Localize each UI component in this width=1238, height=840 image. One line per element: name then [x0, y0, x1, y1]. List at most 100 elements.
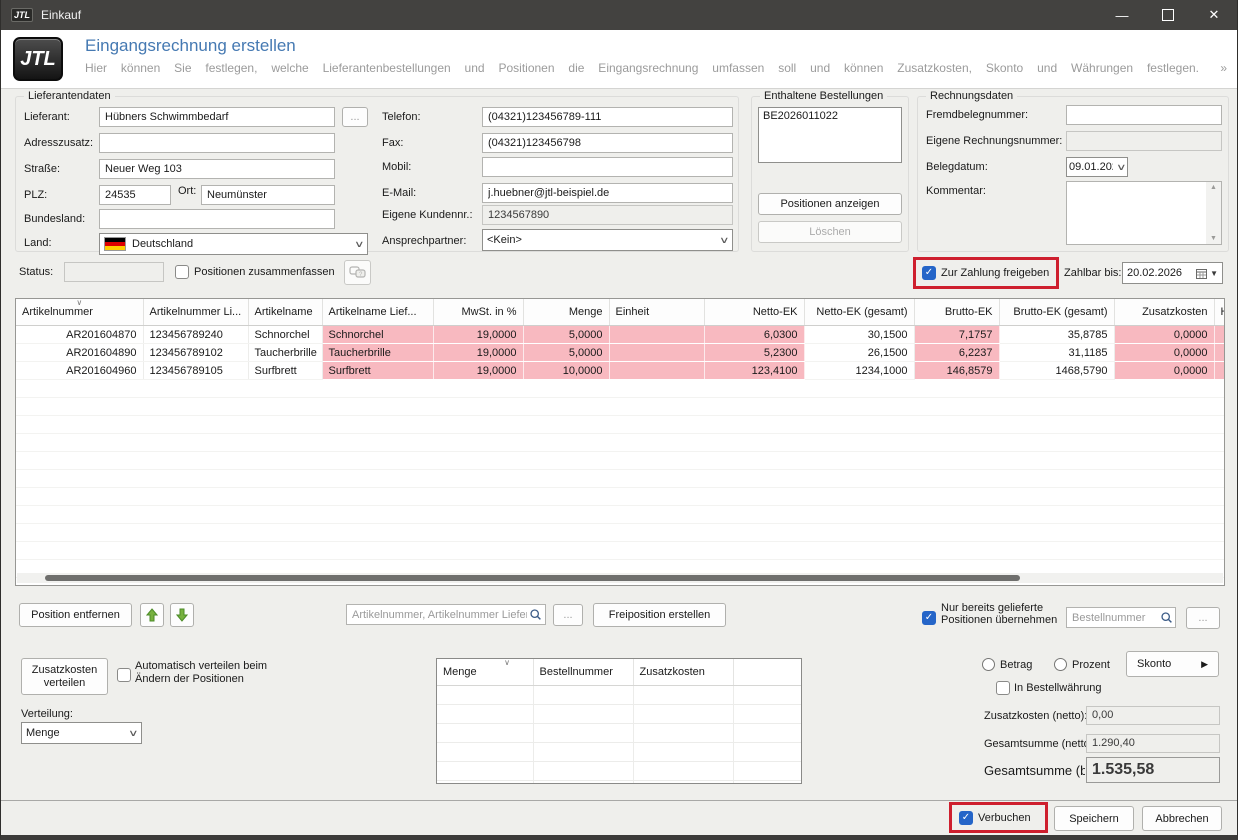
alloc-column-bestellnummer[interactable]: Bestellnummer — [533, 659, 633, 686]
column-header-mwst[interactable]: MwSt. in % — [433, 299, 523, 326]
zahlbar-bis-datepicker[interactable]: 20.02.2026 ▼ — [1122, 262, 1223, 284]
ort-label: Ort: — [178, 185, 196, 197]
grid-header-row: ∨Artikelnummer Artikelnummer Li... Artik… — [16, 299, 1225, 326]
remove-position-button[interactable]: Position entfernen — [19, 603, 132, 627]
prozent-radio[interactable] — [1054, 658, 1067, 671]
land-value: Deutschland — [132, 238, 193, 250]
rechnungsnummer-field — [1066, 131, 1222, 151]
column-header-zusatzkosten[interactable]: Zusatzkosten — [1114, 299, 1214, 326]
betrag-radio[interactable] — [982, 658, 995, 671]
alloc-column-menge[interactable]: ∨Menge — [437, 659, 533, 686]
column-header-netto-ek-gesamt[interactable]: Netto-EK (gesamt) — [804, 299, 914, 326]
auto-distribute-checkbox[interactable] — [117, 668, 131, 682]
telefon-field[interactable] — [482, 107, 733, 127]
alloc-column-empty[interactable] — [733, 659, 801, 686]
land-combobox[interactable]: Deutschland ∨ — [99, 233, 368, 255]
verbuchen-checkbox[interactable]: ✓ — [959, 811, 973, 825]
alloc-column-zusatzkosten[interactable]: Zusatzkosten — [633, 659, 733, 686]
article-browse-button[interactable]: ... — [553, 604, 583, 626]
order-browse-button[interactable]: ... — [1186, 607, 1220, 629]
belegdatum-datepicker[interactable]: 09.01.2026 ∨ — [1066, 157, 1128, 177]
scroll-up-icon[interactable]: ▲ — [1210, 184, 1217, 191]
column-header-artikelname[interactable]: Artikelname — [248, 299, 322, 326]
show-positions-button[interactable]: Positionen anzeigen — [758, 193, 902, 215]
sort-icon: ∨ — [504, 658, 510, 667]
gesamtsumme-brutto-field: 1.535,58 — [1086, 757, 1220, 783]
move-down-button[interactable] — [170, 603, 194, 627]
release-payment-checkbox[interactable]: ✓ — [922, 266, 936, 280]
column-header-einheit[interactable]: Einheit — [609, 299, 704, 326]
order-list-item[interactable]: BE2026011022 — [763, 110, 897, 122]
empty-row — [16, 434, 1225, 452]
search-icon — [1160, 611, 1173, 624]
zusatzkosten-netto-label: Zusatzkosten (netto): — [984, 710, 1087, 722]
lieferant-field[interactable] — [99, 107, 335, 127]
position-row[interactable]: AR201604960 123456789105 Surfbrett Surfb… — [16, 362, 1225, 380]
column-header-h[interactable]: H — [1214, 299, 1225, 326]
cell — [609, 362, 704, 380]
adresszusatz-field[interactable] — [99, 133, 335, 153]
column-header-artikelname-lieferant[interactable]: Artikelname Lief... — [322, 299, 433, 326]
bundesland-field[interactable] — [99, 209, 335, 229]
verteilung-combobox[interactable]: Menge ∨ — [21, 722, 142, 744]
merge-positions-checkbox[interactable] — [175, 265, 189, 279]
column-header-netto-ek[interactable]: Netto-EK — [704, 299, 804, 326]
empty-row — [16, 542, 1225, 560]
fremdbelegnummer-label: Fremdbelegnummer: — [926, 109, 1028, 121]
email-field[interactable] — [482, 183, 733, 203]
empty-row — [16, 524, 1225, 542]
lieferant-browse-button[interactable]: ... — [342, 107, 368, 127]
article-search-input[interactable] — [346, 604, 546, 625]
empty-row — [16, 488, 1225, 506]
save-button[interactable]: Speichern — [1054, 806, 1134, 831]
gesamtsumme-netto-field: 1.290,40 — [1086, 734, 1220, 753]
fremdbelegnummer-field[interactable] — [1066, 105, 1222, 125]
position-row[interactable]: AR201604890 123456789102 Taucherbrille T… — [16, 344, 1225, 362]
order-currency-checkbox[interactable] — [996, 681, 1010, 695]
subtitle-more-link[interactable]: » — [1220, 61, 1227, 75]
grid-horizontal-scrollbar[interactable] — [17, 573, 1223, 583]
maximize-button[interactable] — [1145, 0, 1191, 30]
title-bar: JTL Einkauf — ✕ — [1, 0, 1237, 30]
minimize-button[interactable]: — — [1099, 0, 1145, 30]
position-row[interactable]: AR201604870 123456789240 Schnorchel Schn… — [16, 326, 1225, 344]
scroll-down-icon[interactable]: ▼ — [1210, 235, 1217, 242]
freeposition-button[interactable]: Freiposition erstellen — [593, 603, 726, 627]
email-label: E-Mail: — [382, 187, 416, 199]
cell: 30,1500 — [804, 326, 914, 344]
column-header-artikelnummer[interactable]: ∨Artikelnummer — [16, 299, 143, 326]
empty-row — [437, 781, 801, 785]
distribute-costs-button[interactable]: Zusatzkosten verteilen — [21, 658, 108, 695]
column-header-brutto-ek-gesamt[interactable]: Brutto-EK (gesamt) — [999, 299, 1114, 326]
column-header-menge[interactable]: Menge — [523, 299, 609, 326]
delivered-only-checkbox[interactable]: ✓ — [922, 611, 936, 625]
kommentar-textarea[interactable]: ▲ ▼ — [1066, 181, 1222, 245]
plz-field[interactable] — [99, 185, 171, 205]
page-subtitle: Hier können Sie festlegen, welche Liefer… — [85, 61, 1199, 75]
cell: 19,0000 — [433, 362, 523, 380]
strasse-field[interactable] — [99, 159, 335, 179]
page-title: Eingangsrechnung erstellen — [85, 36, 296, 56]
column-header-brutto-ek[interactable]: Brutto-EK — [914, 299, 999, 326]
ansprechpartner-combobox[interactable]: <Kein> ∨ — [482, 229, 733, 251]
empty-row — [16, 380, 1225, 398]
mobil-field[interactable] — [482, 157, 733, 177]
jtl-logo: JTL — [13, 37, 63, 81]
column-header-artikelnummer-lieferant[interactable]: Artikelnummer Li... — [143, 299, 248, 326]
search-icon — [529, 608, 542, 621]
ort-field[interactable] — [201, 185, 335, 205]
kommentar-scrollbar[interactable]: ▲ ▼ — [1206, 182, 1221, 244]
merge-help-button[interactable]: ? — [344, 260, 371, 285]
ansprechpartner-label: Ansprechpartner: — [382, 235, 466, 247]
move-up-button[interactable] — [140, 603, 164, 627]
fax-field[interactable] — [482, 133, 733, 153]
delete-order-button[interactable]: Löschen — [758, 221, 902, 243]
skonto-button[interactable]: Skonto ▶ — [1126, 651, 1219, 677]
cancel-button[interactable]: Abbrechen — [1142, 806, 1222, 831]
close-button[interactable]: ✕ — [1191, 0, 1237, 30]
arrow-right-icon: ▶ — [1201, 659, 1208, 670]
orders-listbox[interactable]: BE2026011022 — [758, 107, 902, 163]
scrollbar-thumb[interactable] — [45, 575, 1020, 581]
cell: 7,1757 — [914, 326, 999, 344]
zusatzkosten-netto-field: 0,00 — [1086, 706, 1220, 725]
